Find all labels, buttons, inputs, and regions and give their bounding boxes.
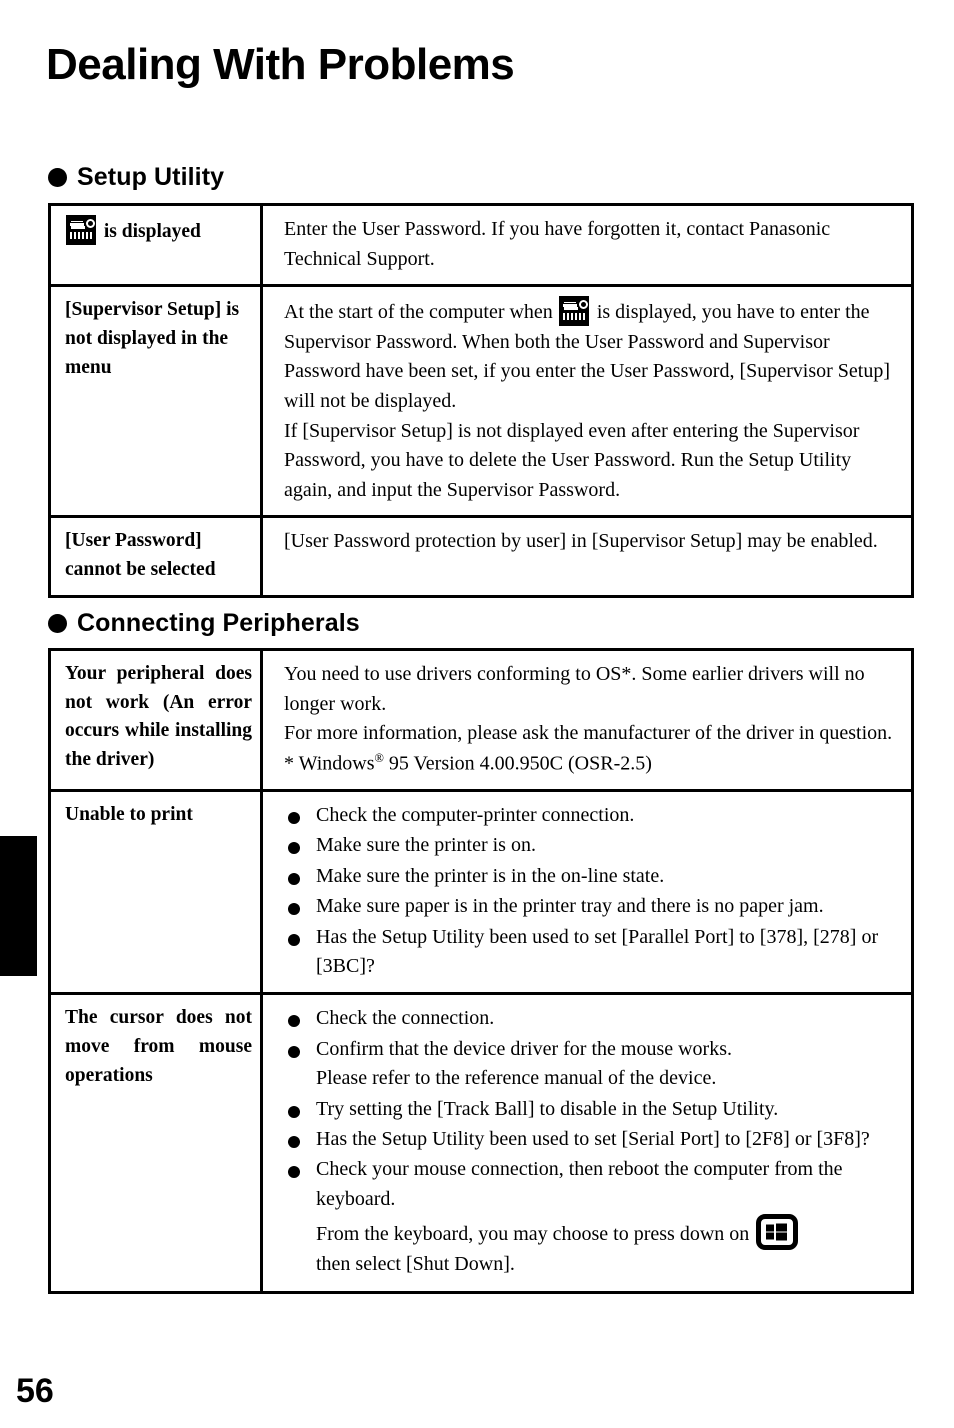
row-label-cell: Your peripheral does not work (An error … [51,651,263,790]
row-label-cell: [Supervisor Setup] is not displayed in t… [51,287,263,516]
body-paragraph: [User Password protection by user] in [S… [284,530,878,553]
body-text-before-icon: At the start of the computer when [284,301,553,324]
section-heading-setup-utility: Setup Utility [48,163,224,192]
list-item: Try setting the [Track Ball] to disable … [284,1095,899,1124]
row-body-cell: At the start of the computer when is dis… [263,287,911,515]
row-label-cell: The cursor does not move from mouse oper… [51,995,263,1291]
troubleshooting-table-setup-utility: is displayed Enter the User Password. If… [48,203,914,598]
table-row: [User Password] cannot be selected [User… [51,518,911,595]
table-row: Your peripheral does not work (An error … [51,651,911,793]
subtext-after-icon: then select [Shut Down]. [316,1253,515,1276]
table-row: The cursor does not move from mouse oper… [51,995,911,1291]
row-label-cell: Unable to print [51,792,263,993]
row-body-cell: You need to use drivers conforming to OS… [263,651,911,789]
body-paragraph: If [Supervisor Setup] is not displayed e… [284,419,860,501]
body-paragraph: Enter the User Password. If you have for… [284,218,831,270]
row-body-cell: [User Password protection by user] in [S… [263,518,911,594]
row-body-cell: Check the connection. Confirm that the d… [263,995,911,1290]
table-row: is displayed Enter the User Password. If… [51,206,911,288]
list-item: Check the computer-printer connection. [284,801,899,830]
list-item-subtext: Please refer to the reference manual of … [316,1067,717,1090]
page-title: Dealing With Problems [46,40,515,89]
row-body-cell: Enter the User Password. If you have for… [263,206,911,284]
list-item: Make sure the printer is in the on-line … [284,862,899,891]
document-page: Dealing With Problems Setup Utility is d… [0,0,954,1428]
body-footnote: * Windows® 95 Version 4.00.950C (OSR-2.5… [284,749,899,779]
table-row: [Supervisor Setup] is not displayed in t… [51,287,911,519]
table-row: Unable to print Check the computer-print… [51,792,911,996]
row-label-text: is displayed [103,221,201,242]
section-heading-label: Connecting Peripherals [77,609,360,637]
list-item: Has the Setup Utility been used to set [… [284,1125,899,1154]
list-item: Confirm that the device driver for the m… [284,1035,899,1094]
list-item: Make sure paper is in the printer tray a… [284,892,899,921]
windows-flag-glyph [766,1223,788,1241]
section-heading-label: Setup Utility [77,163,225,191]
list-item-subtext: From the keyboard, you may choose to pre… [316,1214,899,1279]
list-item-text: Confirm that the device driver for the m… [316,1037,732,1060]
subtext-before-icon: From the keyboard, you may choose to pre… [316,1223,750,1246]
footnote-prefix: * Windows [284,752,375,775]
bullet-list: Check the connection. Confirm that the d… [284,1004,899,1279]
windows-logo-key-icon [756,1214,799,1251]
page-number: 56 [16,1372,54,1410]
row-label-cell: is displayed [51,206,263,285]
password-key-icon [558,296,589,327]
password-key-icon [66,215,96,245]
list-item: Make sure the printer is on. [284,831,899,860]
body-paragraph: For more information, please ask the man… [284,722,893,745]
bullet-list: Check the computer-printer connection. M… [284,801,899,981]
page-edge-tab-marker [0,836,37,976]
list-item-text: Check your mouse connection, then reboot… [316,1158,843,1210]
list-item: Check your mouse connection, then reboot… [284,1155,899,1279]
list-item: Check the connection. [284,1004,899,1033]
body-paragraph: At the start of the computer when is dis… [284,296,899,416]
section-heading-connecting-peripherals: Connecting Peripherals [48,609,360,638]
filled-circle-bullet-icon [48,614,67,633]
footnote-suffix: 95 Version 4.00.950C (OSR-2.5) [383,752,652,775]
registered-trademark-symbol: ® [374,750,384,765]
troubleshooting-table-connecting-peripherals: Your peripheral does not work (An error … [48,648,914,1294]
list-item: Has the Setup Utility been used to set [… [284,923,899,982]
filled-circle-bullet-icon [48,168,67,187]
body-paragraph: You need to use drivers conforming to OS… [284,663,865,715]
row-body-cell: Check the computer-printer connection. M… [263,792,911,992]
row-label-cell: [User Password] cannot be selected [51,518,263,595]
